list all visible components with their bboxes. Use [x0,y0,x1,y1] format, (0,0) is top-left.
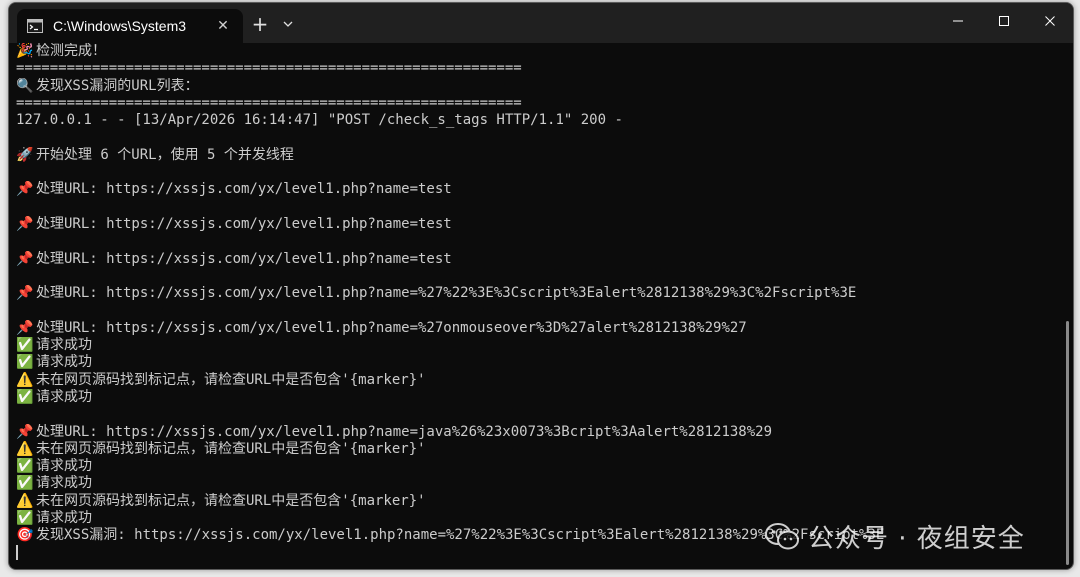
minimize-button[interactable] [935,3,981,39]
terminal-line-text: 处理URL: https://xssjs.com/yx/level1.php?n… [36,319,747,336]
terminal-line-text: 请求成功 [36,475,92,492]
terminal-line: ✅ 请求成功 [16,389,1056,406]
watermark-text: 公众号 · 夜组安全 [808,524,1025,554]
status-icon: 📌 [16,215,34,232]
status-icon: 🚀 [16,146,34,163]
status-icon: 🎯 [16,527,34,544]
status-icon: ✅ [16,337,34,354]
status-icon: ⚠️ [16,492,34,509]
terminal-line: 📌 处理URL: https://xssjs.com/yx/level1.php?… [16,320,1056,337]
terminal-line: 📌 处理URL: https://xssjs.com/yx/level1.php?… [16,181,1056,198]
terminal-line: ✅ 请求成功 [16,458,1056,475]
maximize-button[interactable] [981,3,1027,39]
terminal-line: ========================================… [16,95,1056,112]
status-icon: ⚠️ [16,371,34,388]
tab-cmd[interactable]: C:\Windows\System3 ✕ [17,9,243,43]
terminal-line: ⚠️ 未在网页源码找到标记点，请检查URL中是否包含'{marker}' [16,493,1056,510]
terminal-line-text: 请求成功 [36,337,92,354]
terminal-line: 📌 处理URL: https://xssjs.com/yx/level1.php?… [16,251,1056,268]
terminal-line-text: 处理URL: https://xssjs.com/yx/level1.php?n… [36,250,452,267]
status-icon: 🎉 [16,43,34,59]
terminal-line-text: 127.0.0.1 - - [13/Apr/2026 16:14:47] "PO… [16,112,623,129]
terminal-line-text: 请求成功 [36,458,92,475]
minimize-icon [953,20,963,22]
terminal-line-text: 请求成功 [36,510,92,527]
terminal-line: ✅ 请求成功 [16,475,1056,492]
terminal-line: ========================================… [16,60,1056,77]
terminal-line-text: 发现XSS漏洞: https://xssjs.com/yx/level1.php… [36,527,885,544]
terminal-line: ✅ 请求成功 [16,337,1056,354]
terminal-line: ⚠️ 未在网页源码找到标记点，请检查URL中是否包含'{marker}' [16,372,1056,389]
terminal-line-text: ========================================… [16,94,522,111]
watermark: 公众号 · 夜组安全 [764,518,1025,555]
terminal-line-text: ========================================… [16,60,522,77]
status-icon: 📌 [16,250,34,267]
terminal-line: 🎉 检测完成！ [16,43,1056,60]
title-bar[interactable]: C:\Windows\System3 ✕ + [9,3,1073,43]
status-icon: ✅ [16,388,34,405]
close-button[interactable] [1027,3,1073,39]
terminal-line: 🚀 开始处理 6 个URL，使用 5 个并发线程 [16,147,1056,164]
tab-title: C:\Windows\System3 [53,18,187,34]
status-icon: ✅ [16,354,34,371]
terminal-line: 📌 处理URL: https://xssjs.com/yx/level1.php?… [16,216,1056,233]
terminal-line-text: 请求成功 [36,388,92,405]
terminal-line-text: 处理URL: https://xssjs.com/yx/level1.php?n… [36,285,857,302]
terminal-line: 📌 处理URL: https://xssjs.com/yx/level1.php?… [16,285,1056,302]
terminal-line-text: 处理URL: https://xssjs.com/yx/level1.php?n… [36,423,773,440]
desktop-background: C:\Windows\System3 ✕ + 🎉 检测完成！ =========… [0,0,1080,577]
text-cursor [16,545,18,561]
terminal-line: 127.0.0.1 - - [13/Apr/2026 16:14:47] "PO… [16,112,1056,129]
terminal-line: ✅ 请求成功 [16,354,1056,371]
new-tab-button[interactable]: + [249,13,271,35]
terminal-line-text: 请求成功 [36,354,92,371]
tab-close-icon[interactable]: ✕ [215,18,231,34]
terminal-window: C:\Windows\System3 ✕ + 🎉 检测完成！ =========… [8,2,1074,570]
status-icon: ✅ [16,510,34,527]
status-icon: ✅ [16,475,34,492]
terminal-line-text: 发现XSS漏洞的URL列表： [36,77,199,94]
terminal-line-text: 未在网页源码找到标记点，请检查URL中是否包含'{marker}' [36,371,426,388]
terminal-line-text: 处理URL: https://xssjs.com/yx/level1.php?n… [36,181,452,198]
cmd-icon [27,19,43,33]
terminal-line-text: 未在网页源码找到标记点，请检查URL中是否包含'{marker}' [36,492,426,509]
terminal-line: 🔍 发现XSS漏洞的URL列表： [16,78,1056,95]
status-icon: 🔍 [16,77,34,94]
terminal-output[interactable]: 🎉 检测完成！ ==================================… [16,43,1056,567]
status-icon: ✅ [16,458,34,475]
maximize-icon [999,16,1009,26]
status-icon: 📌 [16,423,34,440]
terminal-line-text: 开始处理 6 个URL，使用 5 个并发线程 [36,146,294,163]
status-icon: 📌 [16,285,34,302]
terminal-line: 📌 处理URL: https://xssjs.com/yx/level1.php?… [16,424,1056,441]
chevron-down-icon[interactable] [279,13,297,35]
status-icon: 📌 [16,181,34,198]
terminal-line-text: 处理URL: https://xssjs.com/yx/level1.php?n… [36,215,452,232]
status-icon: 📌 [16,319,34,336]
terminal-line-text: 未在网页源码找到标记点，请检查URL中是否包含'{marker}' [36,440,426,457]
terminal-line-text: 检测完成！ [36,43,106,59]
wechat-icon [765,522,799,549]
vertical-scrollbar[interactable] [1066,321,1069,565]
close-icon [1045,16,1055,26]
status-icon: ⚠️ [16,440,34,457]
terminal-line: ⚠️ 未在网页源码找到标记点，请检查URL中是否包含'{marker}' [16,441,1056,458]
